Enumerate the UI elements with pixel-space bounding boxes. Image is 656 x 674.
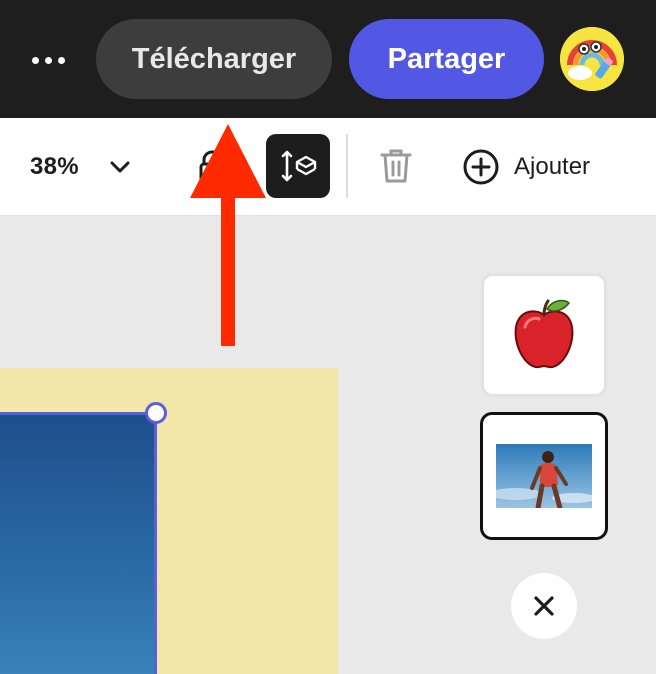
apple-image-icon [514, 299, 574, 369]
selected-image-layer[interactable] [0, 412, 157, 674]
top-bar: Télécharger Partager [0, 0, 656, 118]
layer-order-icon [281, 150, 317, 182]
layer-thumbnail-photo[interactable] [480, 412, 608, 540]
canvas-area[interactable] [0, 217, 656, 674]
trash-icon [380, 149, 412, 183]
zoom-value: 38% [30, 153, 79, 180]
user-avatar[interactable] [560, 27, 624, 91]
share-button[interactable]: Partager [349, 19, 544, 99]
close-panel-button[interactable] [511, 573, 577, 639]
zoom-selector[interactable]: 38% [30, 144, 131, 190]
more-options-button[interactable] [22, 40, 74, 80]
photo-thumbnail [496, 444, 592, 508]
more-dot-icon [57, 56, 65, 64]
download-button[interactable]: Télécharger [96, 19, 332, 99]
chevron-down-icon [110, 161, 130, 173]
more-dot-icon [31, 56, 39, 64]
close-icon [534, 596, 554, 616]
resize-handle[interactable] [145, 402, 167, 424]
layer-order-button[interactable] [266, 134, 330, 198]
annotation-arrow-icon [190, 124, 266, 346]
toolbar-divider [346, 134, 348, 198]
more-dot-icon [44, 56, 52, 64]
avatar-rainbow-icon [560, 27, 624, 91]
add-button[interactable]: Ajouter [462, 144, 590, 190]
delete-button[interactable] [376, 146, 416, 186]
add-label: Ajouter [514, 153, 591, 180]
editor-toolbar: 38% Ajouter [0, 118, 656, 216]
layer-thumbnail-apple[interactable] [481, 273, 607, 397]
plus-circle-icon [463, 149, 499, 185]
